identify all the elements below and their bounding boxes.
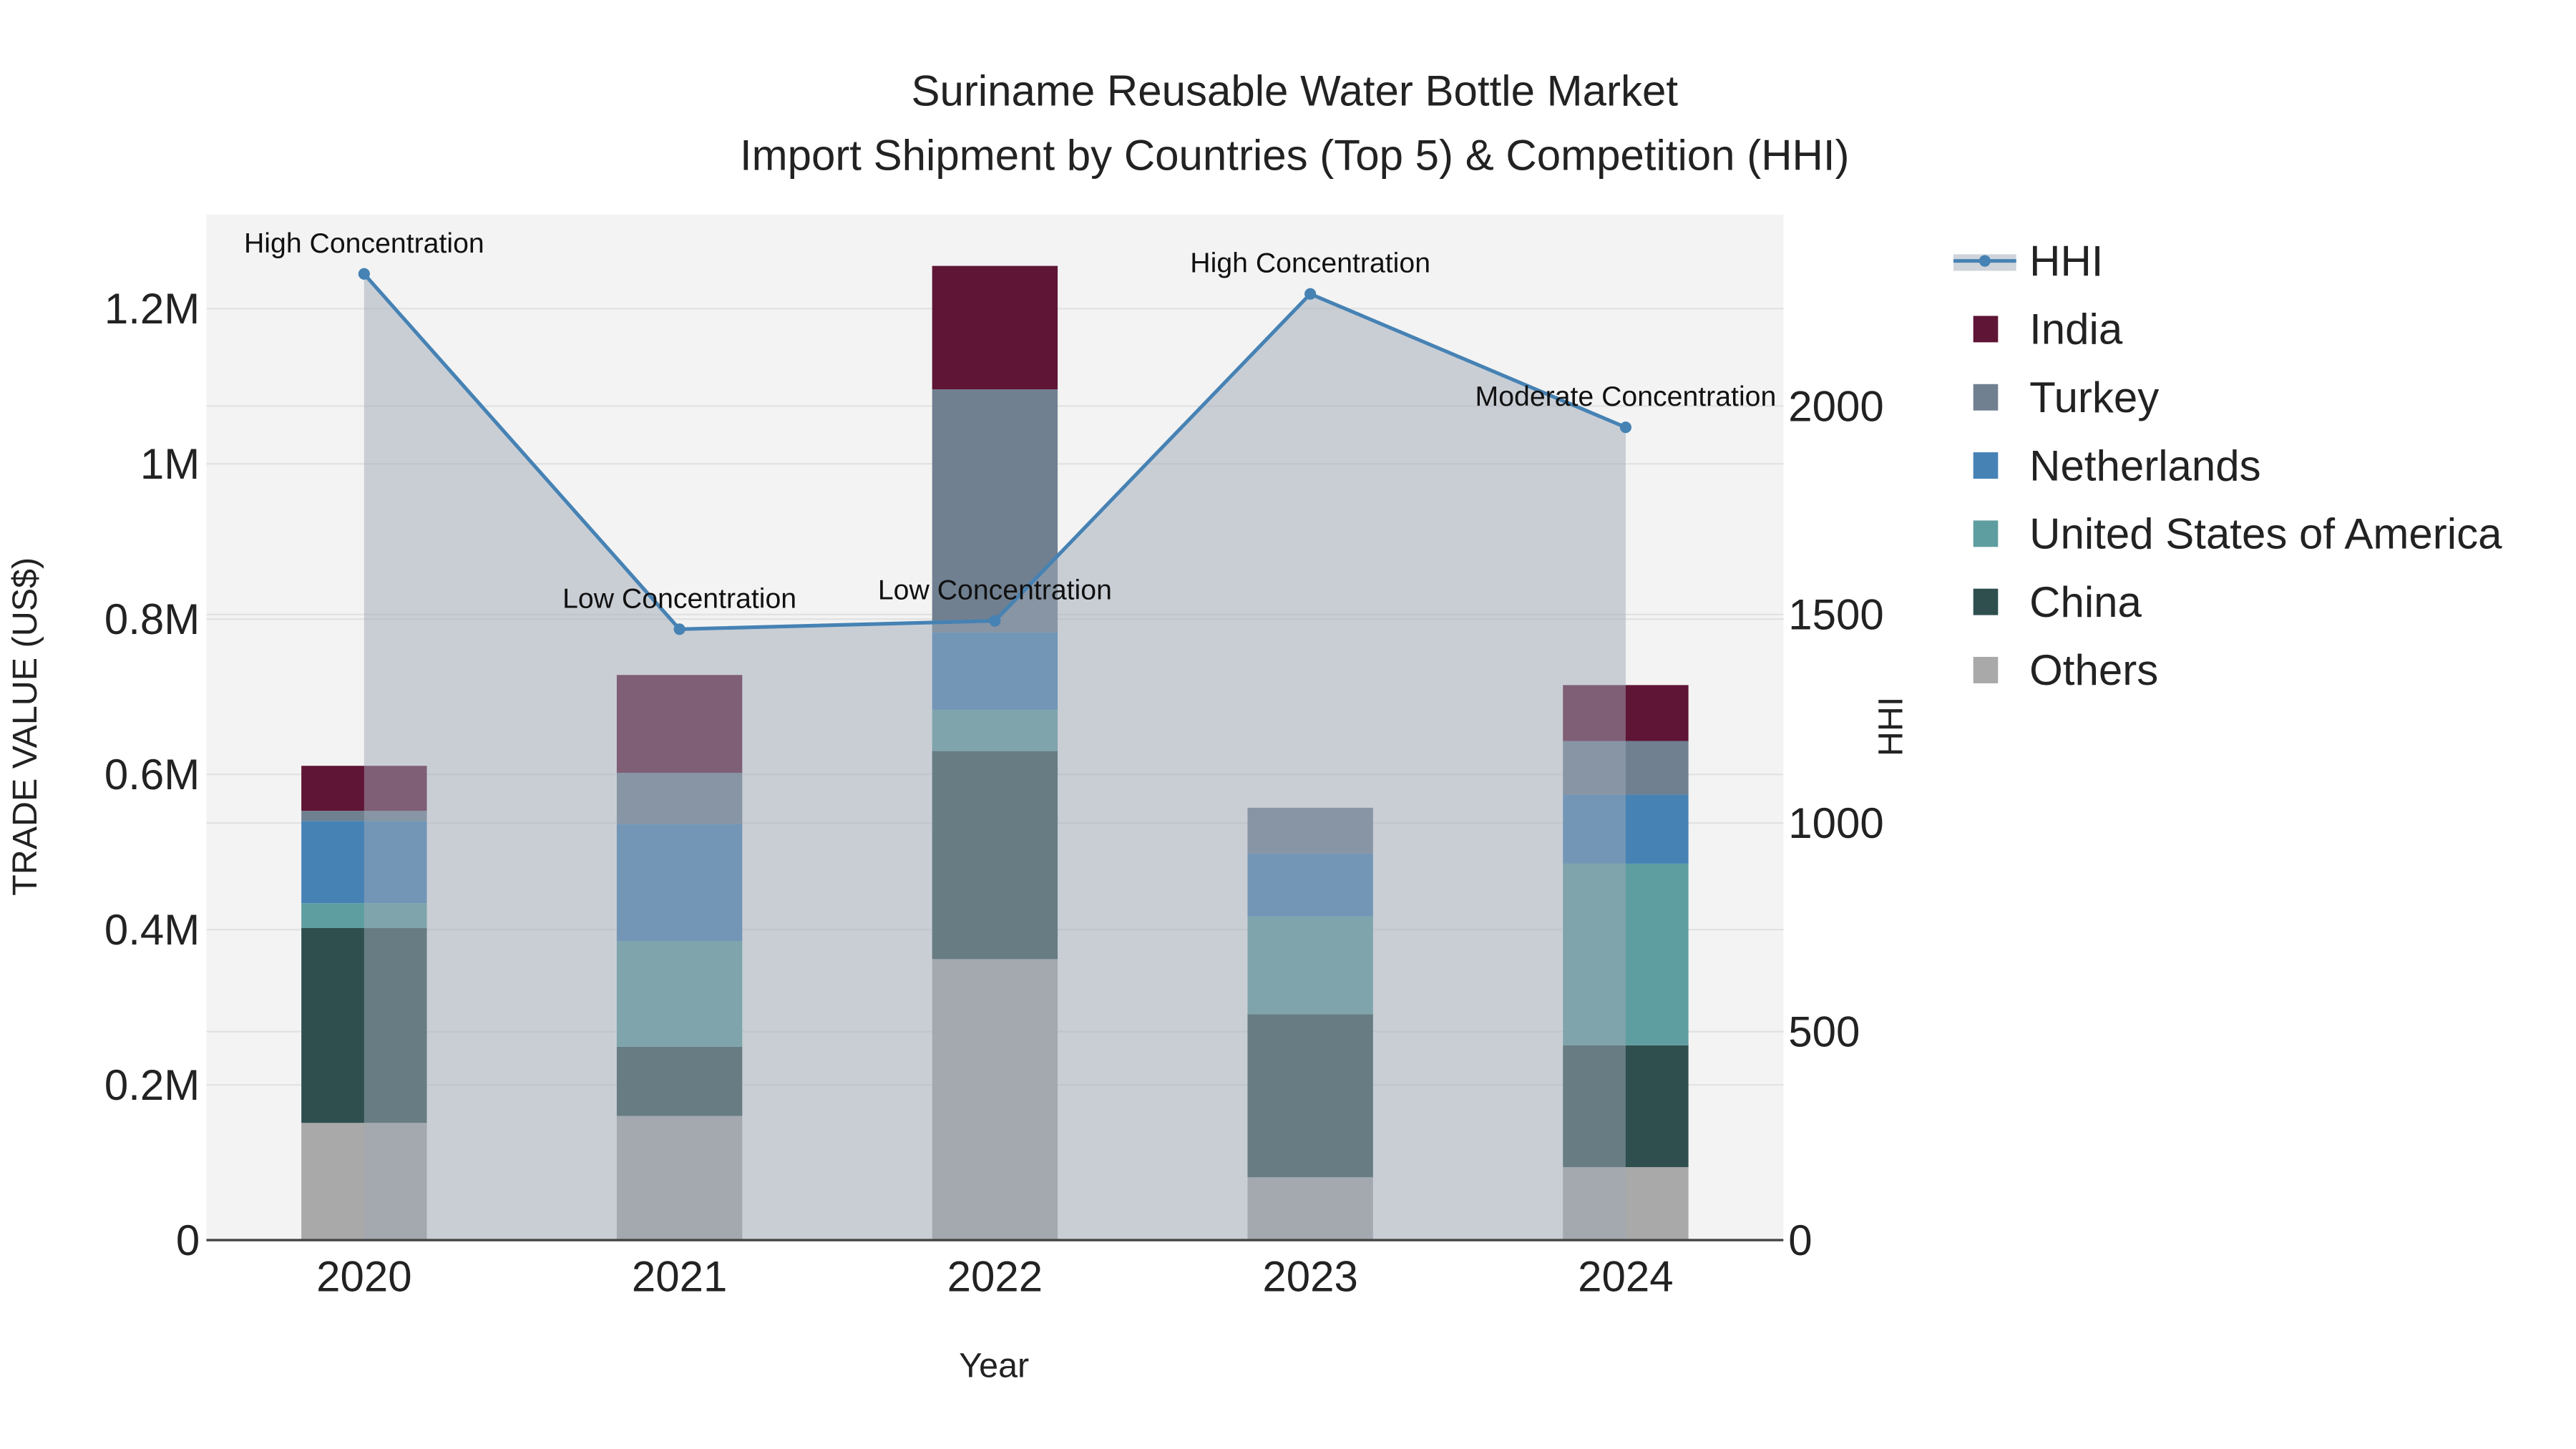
hhi-annotation: Moderate Concentration [1475, 381, 1777, 412]
legend-label: Netherlands [2029, 441, 2261, 489]
legend-label: United States of America [2029, 510, 2502, 558]
y2-axis-title: HHI [1871, 697, 1910, 756]
hhi-annotation: Low Concentration [562, 582, 796, 614]
legend-label: Turkey [2029, 374, 2159, 421]
hhi-point [989, 615, 1001, 627]
hhi-annotation: High Concentration [1190, 248, 1430, 279]
y2-tick-label: 1000 [1788, 799, 1883, 847]
y-axis-title: TRADE VALUE (US$) [6, 557, 44, 896]
y-tick-label: 0.6M [104, 751, 200, 799]
chart-title: Suriname Reusable Water Bottle Market [911, 67, 1678, 115]
hhi-point [1304, 288, 1317, 300]
chart: High Concentration Low Concentration Low C… [6, 67, 2502, 1385]
y-tick-label: 1M [140, 440, 200, 488]
y2-tick-label: 1500 [1788, 591, 1883, 639]
x-tick-label: 2022 [947, 1253, 1043, 1301]
y-tick-label: 0 [176, 1216, 200, 1264]
chart-subtitle: Import Shipment by Countries (Top 5) & C… [740, 132, 1850, 180]
hhi-annotation: High Concentration [244, 228, 484, 259]
y-tick-label: 1.2M [104, 285, 200, 333]
x-tick-label: 2024 [1578, 1253, 1673, 1301]
x-tick-label: 2023 [1262, 1253, 1357, 1301]
legend-label: India [2029, 306, 2123, 353]
bar-india-2022 [932, 265, 1058, 390]
x-tick-label: 2020 [316, 1253, 411, 1301]
y-tick-label: 0.4M [104, 906, 200, 954]
y-tick-label: 0.8M [104, 595, 200, 643]
y2-tick-label: 500 [1788, 1008, 1860, 1055]
legend-swatch-india [1973, 316, 1999, 343]
legend-label: Others [2029, 646, 2158, 694]
legend-swatch-turkey [1973, 384, 1999, 411]
hhi-annotation: Low Concentration [878, 575, 1112, 606]
y2-tick-label: 0 [1788, 1216, 1812, 1264]
hhi-point [1619, 421, 1631, 434]
y2-tick-label: 2000 [1788, 382, 1883, 430]
legend-swatch-netherlands [1973, 452, 1999, 479]
y-tick-label: 0.2M [104, 1061, 200, 1109]
hhi-point [673, 623, 686, 635]
legend-label: China [2029, 578, 2142, 626]
x-axis-title: Year [959, 1347, 1029, 1385]
legend-swatch-others [1973, 657, 1999, 683]
legend-swatch-united-states-of-america [1973, 520, 1999, 547]
x-tick-label: 2021 [632, 1253, 727, 1301]
legend-label: HHI [2029, 237, 2103, 285]
legend: HHI India Turkey Netherlands United States o… [1953, 237, 2502, 694]
legend-hhi-marker [1979, 255, 1991, 267]
legend-swatch-china [1973, 588, 1999, 615]
hhi-point [358, 268, 370, 280]
